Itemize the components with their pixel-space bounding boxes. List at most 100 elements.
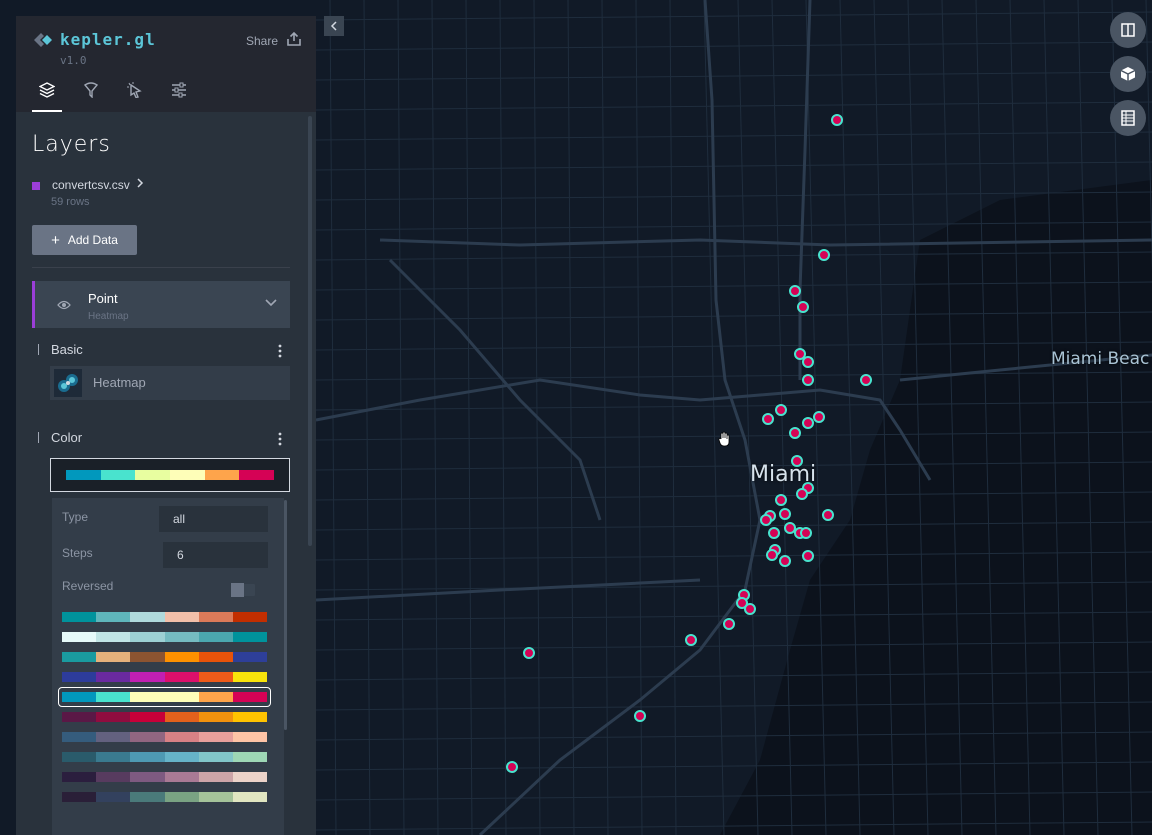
street-line [669,0,677,835]
panel-content: Layers convertcsv.csv 59 rows + Add Data… [16,112,316,835]
type-select[interactable]: all [159,506,268,532]
palette-swatch [164,772,199,782]
palette-option[interactable] [62,792,268,802]
palette-option[interactable] [62,712,268,722]
palette-swatch [96,692,131,702]
palette-option[interactable] [62,652,268,662]
tab-interactions[interactable] [120,82,150,112]
reversed-toggle[interactable] [231,583,255,597]
add-data-button[interactable]: + Add Data [32,225,137,255]
palette-swatch [96,632,131,642]
palette-swatch [164,632,199,642]
street-line [567,0,575,835]
palette-swatch [62,632,97,642]
steps-label: Steps [62,546,93,560]
heatmap-point [813,411,825,423]
heatmap-point [775,494,787,506]
palette-swatch [130,792,165,802]
palette-option[interactable] [62,732,268,742]
section-color-title: Color [38,431,82,444]
vis-type-selector[interactable]: Heatmap [50,366,290,400]
reversed-label: Reversed [62,579,114,593]
palette-swatch [130,672,165,682]
color-config-scrollbar[interactable] [284,500,287,730]
tab-map-settings[interactable] [164,82,194,112]
palette-option[interactable] [62,612,268,622]
palette-swatch [198,712,233,722]
palette-swatch [62,772,97,782]
share-label: Share [245,33,278,48]
palette-swatch [198,792,233,802]
palette-swatch [198,632,233,642]
3d-map-button[interactable] [1110,56,1146,92]
street-line [499,0,507,835]
palette-swatch [204,470,240,480]
palette-swatch [130,612,165,622]
heatmap-point [723,618,735,630]
city-label-miami: Miami [750,462,817,487]
eye-icon[interactable] [57,297,71,315]
palette-option[interactable] [62,752,268,762]
panel-header: kepler.gl v1.0 Share [16,16,316,112]
palette-swatch [96,712,131,722]
layer-type: Heatmap [88,311,129,322]
heatmap-point [789,427,801,439]
heatmap-point [789,285,801,297]
tab-filters[interactable] [76,82,106,112]
palette-swatch [62,712,97,722]
chevron-right-icon [136,177,144,192]
heatmap-point [766,549,778,561]
chevron-down-icon[interactable] [264,295,278,313]
palette-swatch [130,752,165,762]
share-button[interactable]: Share [246,31,302,50]
panel-tabs [32,82,208,112]
tab-layers[interactable] [32,82,62,112]
street-line [315,101,1152,111]
heatmap-point [797,301,809,313]
section-basic-title: Basic [38,343,83,356]
palette-option[interactable] [62,692,268,702]
legend-icon [1121,110,1135,126]
palette-swatch [135,470,171,480]
upload-icon [286,31,302,50]
street-line [315,11,1152,21]
palette-swatch [96,792,131,802]
street-line [431,0,439,835]
more-vertical-icon[interactable] [278,432,282,446]
toggle-knob [231,583,244,597]
street-line [315,71,1152,81]
heatmap-point [794,348,806,360]
palette-swatch [130,652,165,662]
palette-option[interactable] [62,632,268,642]
palette-swatch [170,470,205,480]
palette-swatch [164,692,199,702]
steps-select[interactable]: 6 [163,542,268,568]
panel-scrollbar[interactable] [308,116,312,546]
palette-swatch [232,752,268,762]
heatmap-point [523,647,535,659]
split-map-icon [1121,23,1135,37]
heatmap-icon [54,369,82,397]
legend-button[interactable] [1110,100,1146,136]
palette-swatch [62,652,97,662]
color-range-selector[interactable] [50,458,290,492]
palette-swatch [96,732,131,742]
city-label-miami-beach: Miami Beac [1051,349,1150,369]
palette-swatch [164,732,199,742]
split-map-button[interactable] [1110,12,1146,48]
palette-swatch [164,792,199,802]
palette-swatch [198,672,233,682]
palette-swatch [232,772,268,782]
palette-swatch [62,692,97,702]
palette-swatch [96,772,131,782]
layer-card-point[interactable]: Point Heatmap [32,281,290,328]
app-version: v1.0 [60,54,87,67]
palette-option[interactable] [62,672,268,682]
more-vertical-icon[interactable] [278,344,282,358]
palette-swatch [232,612,268,622]
palette-option[interactable] [62,772,268,782]
collapse-panel-button[interactable] [324,16,344,36]
heatmap-point [802,550,814,562]
dataset-rows: 59 rows [51,196,90,208]
palette-swatch [62,752,97,762]
